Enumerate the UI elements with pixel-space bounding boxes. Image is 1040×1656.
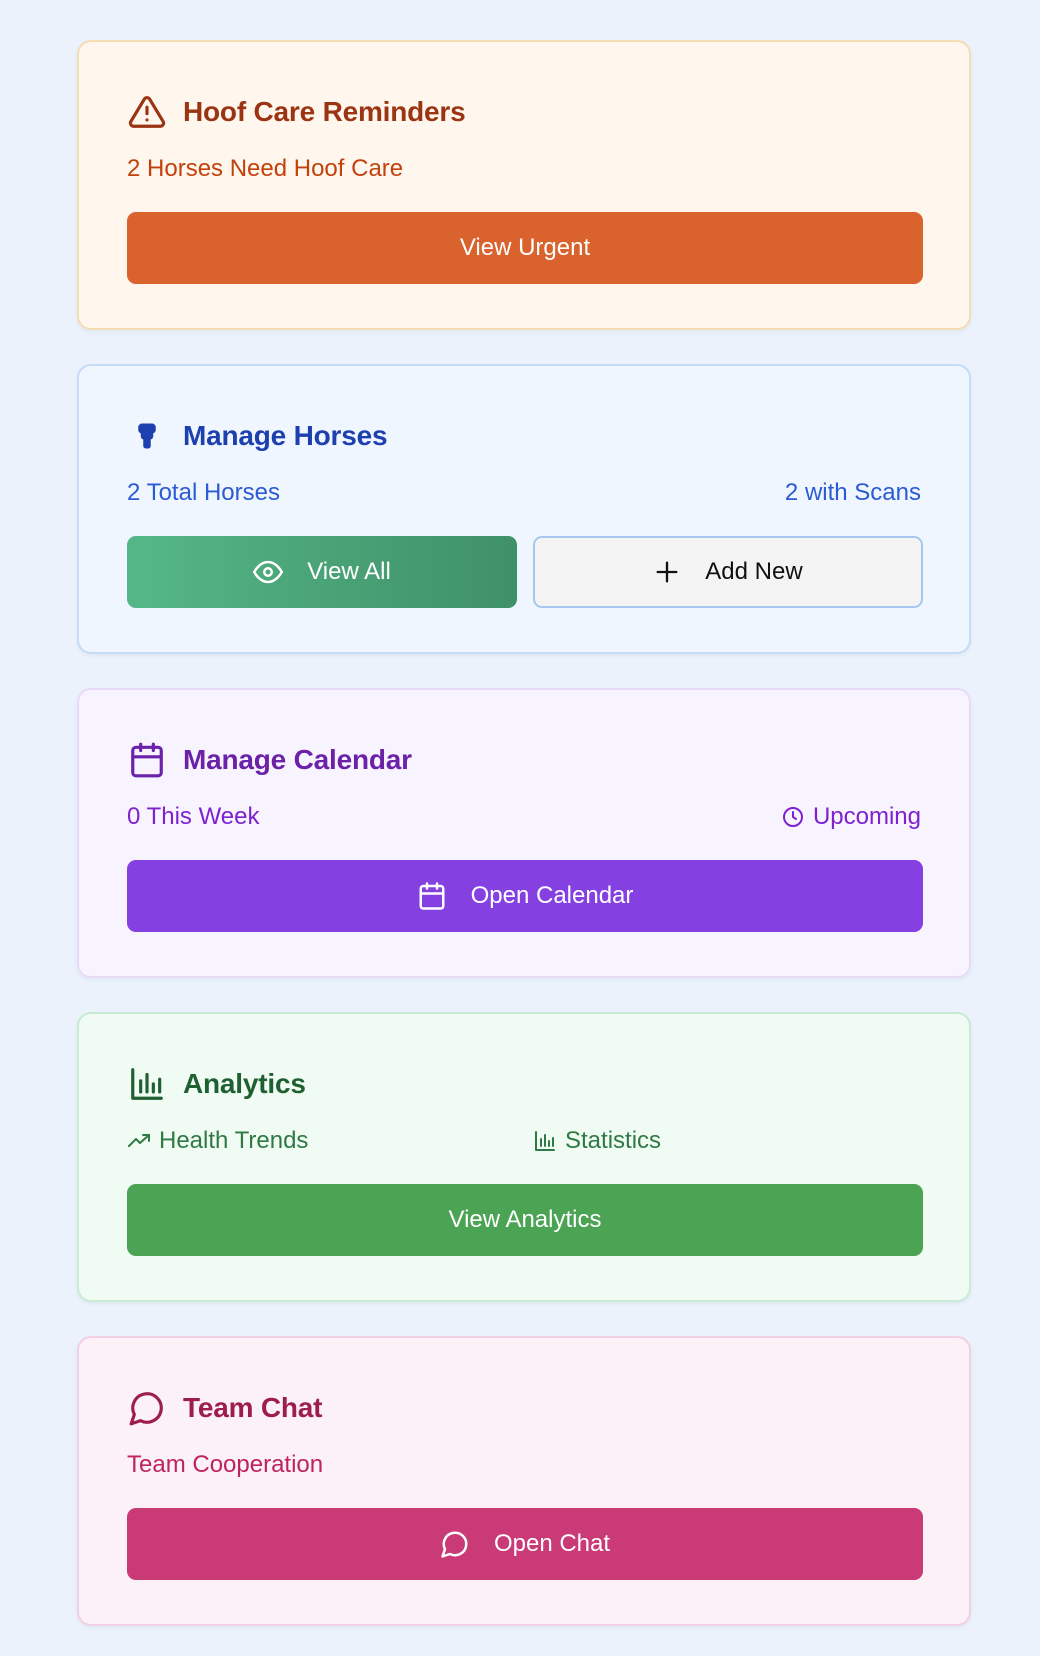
view-urgent-label: View Urgent [459, 234, 591, 261]
open-chat-label: Open Chat [493, 1530, 611, 1557]
this-week-text: 0 This Week [127, 803, 260, 830]
manage-horses-title: Manage Horses [183, 420, 388, 451]
analytics-stats: Health Trends Statistics [127, 1124, 921, 1158]
open-calendar-label: Open Calendar [470, 882, 634, 909]
manage-horses-header: Manage Horses [127, 416, 388, 456]
analytics-card: Analytics Health Trends Statistics View … [77, 1012, 971, 1302]
eye-icon [253, 557, 284, 587]
open-calendar-button[interactable]: Open Calendar [127, 860, 923, 932]
chat-bubble-icon [127, 1388, 167, 1428]
bar-chart-icon [127, 1064, 167, 1104]
manage-calendar-stats: 0 This Week Upcoming [127, 800, 921, 834]
horse-icon [127, 416, 167, 456]
open-chat-button[interactable]: Open Chat [127, 1508, 923, 1580]
team-chat-subtitle: Team Cooperation [127, 1451, 324, 1478]
health-trends-text: Health Trends [159, 1127, 309, 1154]
trending-up-icon [127, 1129, 151, 1153]
scans-count-text: 2 with Scans [784, 479, 921, 506]
add-new-button[interactable]: Add New [533, 536, 923, 608]
statistics-text: Statistics [565, 1127, 662, 1154]
hoof-care-subtitle: 2 Horses Need Hoof Care [127, 155, 404, 182]
hoof-care-title: Hoof Care Reminders [183, 96, 466, 127]
calendar-button-icon [417, 881, 447, 911]
team-chat-stats: Team Cooperation [127, 1448, 921, 1482]
manage-horses-stats: 2 Total Horses 2 with Scans [127, 476, 921, 510]
view-analytics-button[interactable]: View Analytics [127, 1184, 923, 1256]
hoof-care-card: Hoof Care Reminders 2 Horses Need Hoof C… [77, 40, 971, 330]
team-chat-title: Team Chat [183, 1392, 323, 1423]
manage-calendar-card: Manage Calendar 0 This Week Upcoming Ope… [77, 688, 971, 978]
view-all-button[interactable]: View All [127, 536, 517, 608]
plus-icon [653, 558, 681, 586]
hoof-care-stats: 2 Horses Need Hoof Care [127, 152, 921, 186]
clock-icon [781, 805, 805, 829]
manage-calendar-title: Manage Calendar [183, 744, 412, 775]
view-analytics-label: View Analytics [448, 1206, 602, 1233]
hoof-care-header: Hoof Care Reminders [127, 92, 466, 132]
manage-horses-card: Manage Horses 2 Total Horses 2 with Scan… [77, 364, 971, 654]
add-new-label: Add New [705, 558, 803, 585]
view-urgent-button[interactable]: View Urgent [127, 212, 923, 284]
chat-button-icon [440, 1529, 470, 1559]
calendar-icon [127, 740, 167, 780]
team-chat-card: Team Chat Team Cooperation Open Chat [77, 1336, 971, 1626]
statistics-item: Statistics [533, 1127, 661, 1155]
analytics-header: Analytics [127, 1064, 306, 1104]
upcoming-text: Upcoming [812, 803, 921, 830]
health-trends-item: Health Trends [127, 1127, 533, 1155]
manage-calendar-header: Manage Calendar [127, 740, 412, 780]
total-horses-text: 2 Total Horses [127, 479, 280, 506]
upcoming-item: Upcoming [781, 803, 921, 831]
team-chat-header: Team Chat [127, 1388, 322, 1428]
warning-triangle-icon [127, 92, 167, 132]
view-all-label: View All [307, 558, 391, 585]
analytics-title: Analytics [183, 1068, 306, 1099]
statistics-icon [533, 1129, 557, 1153]
